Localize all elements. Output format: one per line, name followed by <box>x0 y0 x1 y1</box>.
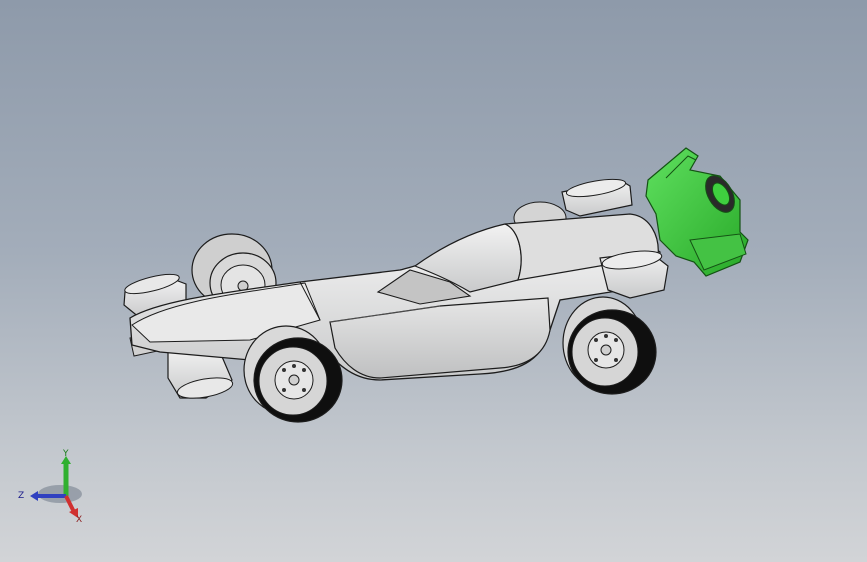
x-axis-label: X <box>76 515 82 525</box>
z-axis-label: Z <box>18 491 24 501</box>
front-left-wheel[interactable] <box>562 296 657 395</box>
reference-triad: Y Z X <box>14 448 94 528</box>
y-axis-label: Y <box>62 449 69 459</box>
graphics-viewport[interactable]: Y Z X <box>0 0 867 562</box>
car-model-scene[interactable] <box>0 0 867 562</box>
